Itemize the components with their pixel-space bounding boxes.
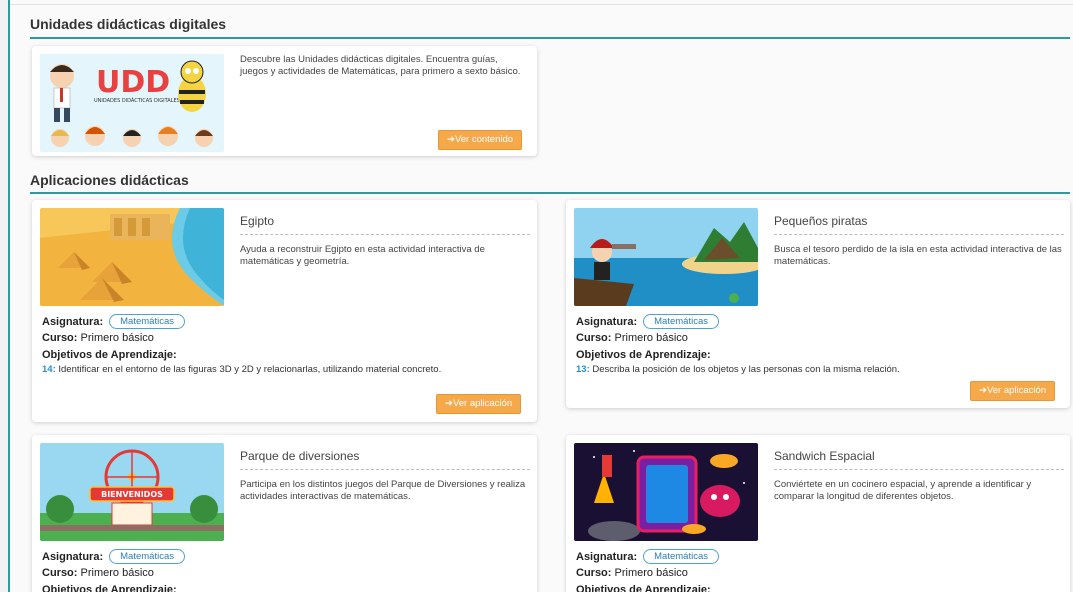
subject-chip[interactable]: Matemáticas — [643, 314, 719, 329]
egipto-thumbnail[interactable] — [40, 208, 224, 306]
ver-contenido-button[interactable]: ➔Ver contenido — [438, 130, 523, 150]
udd-card: UDD UNIDADES DIDÁCTICAS DIGITALES Descub… — [32, 46, 537, 156]
ver-aplicacion-button[interactable]: ➔Ver aplicación — [970, 381, 1056, 401]
app-card-parque: BIENVENIDOS Parque de diversiones Partic… — [32, 435, 537, 592]
udd-logo-text: UDD — [96, 65, 170, 100]
asignatura-row: Asignatura: Matemáticas — [42, 549, 185, 564]
asignatura-row: Asignatura: Matemáticas — [42, 314, 185, 329]
app-card-sandwich: Sandwich Espacial Conviértete en un coci… — [566, 435, 1070, 592]
parque-banner-text: BIENVENIDOS — [101, 490, 163, 499]
objetivos-label: Objetivos de Aprendizaje: — [42, 349, 177, 361]
curso-value: Primero básico — [614, 567, 688, 579]
objective-number: 14: — [42, 364, 56, 375]
section-rule-udd — [30, 37, 1070, 39]
section-title-apps: Aplicaciones didácticas — [30, 172, 189, 188]
app-title-parque: Parque de diversiones — [240, 449, 530, 470]
curso-row: Curso: Primero básico — [42, 332, 154, 344]
top-divider — [10, 4, 1073, 5]
subject-chip[interactable]: Matemáticas — [643, 549, 719, 564]
sandwich-thumbnail[interactable] — [574, 443, 758, 541]
curso-value: Primero básico — [80, 567, 154, 579]
page: Unidades didácticas digitales UDD UNIDAD… — [8, 0, 1073, 592]
curso-label: Curso: — [42, 332, 78, 344]
app-title-piratas: Pequeños piratas — [774, 214, 1064, 235]
asignatura-label: Asignatura: — [42, 316, 104, 328]
objective-text: Describa la posición de los objetos y la… — [592, 364, 900, 375]
curso-label: Curso: — [576, 332, 612, 344]
objetivos-label: Objetivos de Aprendizaje: — [42, 584, 177, 592]
asignatura-label: Asignatura: — [576, 316, 638, 328]
section-title-udd: Unidades didácticas digitales — [30, 16, 227, 32]
section-rule-apps — [30, 192, 1070, 194]
objetivos-label: Objetivos de Aprendizaje: — [576, 349, 711, 361]
curso-row: Curso: Primero básico — [42, 567, 154, 579]
parque-thumbnail[interactable]: BIENVENIDOS — [40, 443, 224, 541]
udd-thumbnail[interactable]: UDD UNIDADES DIDÁCTICAS DIGITALES — [40, 54, 224, 152]
app-title-sandwich: Sandwich Espacial — [774, 449, 1064, 470]
parque-illustration: BIENVENIDOS — [40, 443, 224, 541]
curso-value: Primero básico — [80, 332, 154, 344]
sandwich-illustration — [574, 443, 758, 541]
curso-value: Primero básico — [614, 332, 688, 344]
asignatura-row: Asignatura: Matemáticas — [576, 314, 719, 329]
asignatura-label: Asignatura: — [42, 551, 104, 563]
app-desc-egipto: Ayuda a reconstruir Egipto en esta activ… — [240, 244, 485, 267]
piratas-thumbnail[interactable] — [574, 208, 758, 306]
subject-chip[interactable]: Matemáticas — [109, 314, 185, 329]
udd-logo-sub: UNIDADES DIDÁCTICAS DIGITALES — [94, 97, 180, 104]
app-desc-sandwich: Conviértete en un cocinero espacial, y a… — [774, 479, 1032, 502]
udd-description: Descubre las Unidades didácticas digital… — [240, 54, 521, 77]
app-title-egipto: Egipto — [240, 214, 530, 235]
curso-label: Curso: — [42, 567, 78, 579]
asignatura-label: Asignatura: — [576, 551, 638, 563]
subject-chip[interactable]: Matemáticas — [109, 549, 185, 564]
egipto-illustration — [40, 208, 224, 306]
curso-row: Curso: Primero básico — [576, 332, 688, 344]
curso-row: Curso: Primero básico — [576, 567, 688, 579]
app-desc-piratas: Busca el tesoro perdido de la isla en es… — [774, 244, 1062, 267]
objective-number: 13: — [576, 364, 590, 375]
piratas-illustration — [574, 208, 758, 306]
app-card-piratas: Pequeños piratas Busca el tesoro perdido… — [566, 200, 1070, 408]
app-desc-parque: Participa en los distintos juegos del Pa… — [240, 479, 526, 502]
udd-illustration: UDD UNIDADES DIDÁCTICAS DIGITALES — [40, 54, 224, 152]
curso-label: Curso: — [576, 567, 612, 579]
asignatura-row: Asignatura: Matemáticas — [576, 549, 719, 564]
objective-text: Identificar en el entorno de las figuras… — [58, 364, 442, 375]
app-card-egipto: Egipto Ayuda a reconstruir Egipto en est… — [32, 200, 537, 422]
objective-item: 14: Identificar en el entorno de las fig… — [42, 364, 502, 375]
ver-aplicacion-button[interactable]: ➔Ver aplicación — [436, 394, 522, 414]
objective-item: 13: Describa la posición de los objetos … — [576, 364, 1036, 375]
objetivos-label: Objetivos de Aprendizaje: — [576, 584, 711, 592]
